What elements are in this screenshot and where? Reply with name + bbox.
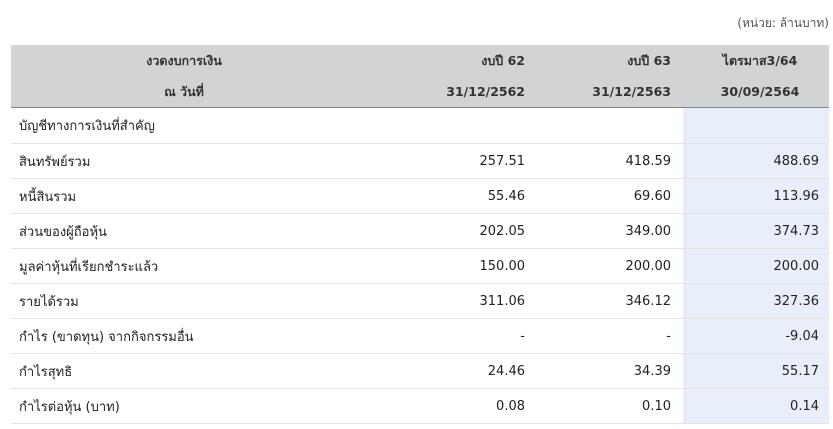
header-date-q3-64: 30/09/2564 bbox=[683, 76, 829, 108]
section-row: บัญชีทางการเงินที่สำคัญ bbox=[11, 107, 829, 144]
row-label: กำไรสุทธิ bbox=[11, 353, 417, 389]
row-label: รายได้รวม bbox=[11, 283, 417, 319]
row-value-fy63: 418.59 bbox=[537, 143, 683, 179]
row-value-fy63: - bbox=[537, 318, 683, 354]
table-row: รายได้รวม 311.06 346.12 327.36 bbox=[11, 283, 829, 319]
row-value-fy62: 202.05 bbox=[417, 213, 537, 249]
row-label: ส่วนของผู้ถือหุ้น bbox=[11, 213, 417, 249]
row-value-q3-64: 200.00 bbox=[683, 248, 829, 284]
row-value-fy62: 55.46 bbox=[417, 178, 537, 214]
row-value-q3-64: 55.17 bbox=[683, 353, 829, 389]
row-value-q3-64: 488.69 bbox=[683, 143, 829, 179]
table-header: งวดงบการเงิน งบปี 62 งบปี 63 ไตรมาส3/64 … bbox=[11, 45, 829, 108]
row-value-fy62: - bbox=[417, 318, 537, 354]
header-fy62: งบปี 62 bbox=[417, 45, 537, 76]
row-label: กำไร (ขาดทุน) จากกิจกรรมอื่น bbox=[11, 318, 417, 354]
row-label: หนี้สินรวม bbox=[11, 178, 417, 214]
row-value-q3-64: 113.96 bbox=[683, 178, 829, 214]
row-value-fy62: 0.08 bbox=[417, 388, 537, 424]
header-row-date: ณ วันที่ 31/12/2562 31/12/2563 30/09/256… bbox=[11, 76, 829, 108]
unit-note: (หน่วย: ล้านบาท) bbox=[737, 16, 829, 30]
header-q3-64: ไตรมาส3/64 bbox=[683, 45, 829, 76]
header-row-period: งวดงบการเงิน งบปี 62 งบปี 63 ไตรมาส3/64 bbox=[11, 45, 829, 76]
row-value-fy62: 150.00 bbox=[417, 248, 537, 284]
row-label: สินทรัพย์รวม bbox=[11, 143, 417, 179]
table-body: บัญชีทางการเงินที่สำคัญ สินทรัพย์รวม 257.… bbox=[11, 107, 829, 424]
row-value-fy62: 24.46 bbox=[417, 353, 537, 389]
header-date-label: ณ วันที่ bbox=[11, 76, 417, 108]
table-row: สินทรัพย์รวม 257.51 418.59 488.69 bbox=[11, 143, 829, 179]
table-row: กำไรสุทธิ 24.46 34.39 55.17 bbox=[11, 353, 829, 389]
table-row: หนี้สินรวม 55.46 69.60 113.96 bbox=[11, 178, 829, 214]
header-fy63: งบปี 63 bbox=[537, 45, 683, 76]
section-empty-cell bbox=[417, 107, 537, 144]
section-title: บัญชีทางการเงินที่สำคัญ bbox=[11, 107, 417, 144]
row-value-q3-64: -9.04 bbox=[683, 318, 829, 354]
table-row: กำไร (ขาดทุน) จากกิจกรรมอื่น - - -9.04 bbox=[11, 318, 829, 354]
row-value-q3-64: 0.14 bbox=[683, 388, 829, 424]
row-value-fy63: 0.10 bbox=[537, 388, 683, 424]
row-value-fy62: 257.51 bbox=[417, 143, 537, 179]
row-value-fy63: 34.39 bbox=[537, 353, 683, 389]
section-empty-cell bbox=[683, 107, 829, 144]
header-date-fy63: 31/12/2563 bbox=[537, 76, 683, 108]
row-value-fy63: 69.60 bbox=[537, 178, 683, 214]
section-empty-cell bbox=[537, 107, 683, 144]
table-row: กำไรต่อหุ้น (บาท) 0.08 0.10 0.14 bbox=[11, 388, 829, 424]
table-row: มูลค่าหุ้นที่เรียกชำระแล้ว 150.00 200.00 20… bbox=[11, 248, 829, 284]
row-value-fy62: 311.06 bbox=[417, 283, 537, 319]
row-value-q3-64: 374.73 bbox=[683, 213, 829, 249]
financial-table: งวดงบการเงิน งบปี 62 งบปี 63 ไตรมาส3/64 … bbox=[11, 45, 829, 424]
table-row: ส่วนของผู้ถือหุ้น 202.05 349.00 374.73 bbox=[11, 213, 829, 249]
row-label: กำไรต่อหุ้น (บาท) bbox=[11, 388, 417, 424]
row-value-fy63: 200.00 bbox=[537, 248, 683, 284]
row-value-q3-64: 327.36 bbox=[683, 283, 829, 319]
row-value-fy63: 346.12 bbox=[537, 283, 683, 319]
row-label: มูลค่าหุ้นที่เรียกชำระแล้ว bbox=[11, 248, 417, 284]
row-value-fy63: 349.00 bbox=[537, 213, 683, 249]
header-date-fy62: 31/12/2562 bbox=[417, 76, 537, 108]
header-period-label: งวดงบการเงิน bbox=[11, 45, 417, 76]
